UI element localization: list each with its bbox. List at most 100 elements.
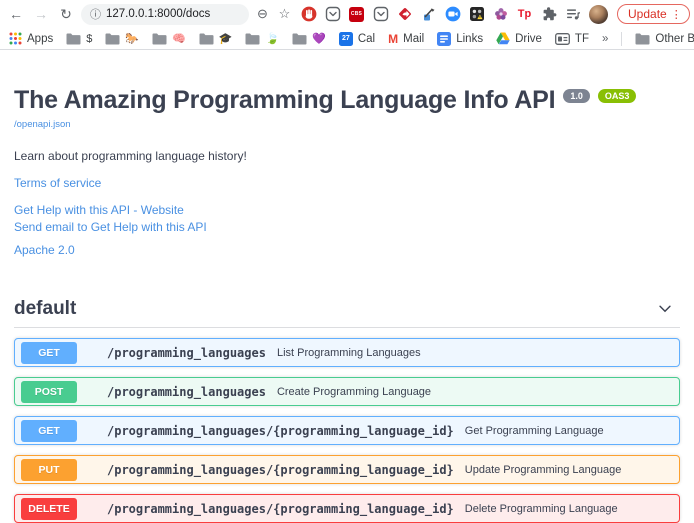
bookmark-folder-4[interactable]: 🎓 bbox=[199, 32, 233, 45]
api-header: The Amazing Programming Language Info AP… bbox=[14, 87, 680, 114]
bookmark-links[interactable]: Links bbox=[437, 32, 483, 46]
other-bookmarks-label: Other Bookmarks bbox=[655, 33, 694, 45]
bookmarks-divider bbox=[621, 32, 622, 46]
api-description: Learn about programming language history… bbox=[14, 149, 680, 163]
bookmark-apps[interactable]: Apps bbox=[9, 32, 53, 45]
bookmark-folder-1[interactable]: $ bbox=[66, 33, 92, 45]
cbs-icon[interactable]: CBS bbox=[348, 6, 365, 23]
apps-grid-icon bbox=[9, 32, 22, 45]
reload-icon[interactable]: ↻ bbox=[56, 4, 76, 24]
bookmark-folder-5[interactable]: 🍃 bbox=[245, 32, 279, 45]
pocket-icon[interactable] bbox=[324, 6, 341, 23]
puzzle-extensions-icon[interactable] bbox=[540, 6, 557, 23]
tag-name: default bbox=[14, 298, 76, 320]
update-button[interactable]: Update ⋮ bbox=[617, 4, 690, 24]
endpoint-row[interactable]: GET/programming_languagesList Programmin… bbox=[14, 338, 680, 367]
playlist-icon[interactable] bbox=[564, 6, 581, 23]
oas3-badge: OAS3 bbox=[598, 89, 637, 103]
folder-2-label: 🐎 bbox=[125, 32, 139, 45]
endpoint-row[interactable]: DELETE/programming_languages/{programmin… bbox=[14, 494, 680, 523]
folder-icon bbox=[292, 33, 307, 45]
version-badge: 1.0 bbox=[563, 89, 590, 103]
folder-icon bbox=[199, 33, 214, 45]
endpoint-row[interactable]: PUT/programming_languages/{programming_l… bbox=[14, 455, 680, 484]
bookmark-calendar[interactable]: 27 Cal bbox=[339, 32, 375, 46]
tp-label: Tp bbox=[518, 8, 531, 20]
endpoint-path: /programming_languages/{programming_lang… bbox=[107, 463, 454, 477]
terms-of-service-link[interactable]: Terms of service bbox=[14, 176, 101, 190]
other-bookmarks[interactable]: Other Bookmarks bbox=[635, 33, 694, 45]
help-email-link[interactable]: Send email to Get Help with this API bbox=[14, 220, 207, 234]
folder-icon bbox=[635, 33, 650, 45]
method-badge: POST bbox=[21, 381, 77, 403]
folder-icon bbox=[66, 33, 81, 45]
method-badge: GET bbox=[21, 342, 77, 364]
drive-icon bbox=[496, 32, 510, 45]
links-label: Links bbox=[456, 33, 483, 45]
calendar-label: Cal bbox=[358, 33, 375, 45]
zoom-meet-icon[interactable] bbox=[444, 6, 461, 23]
endpoint-row[interactable]: POST/programming_languages Create Program… bbox=[14, 377, 680, 406]
folder-1-label: $ bbox=[86, 33, 92, 45]
update-label: Update bbox=[628, 7, 667, 21]
page-title: The Amazing Programming Language Info AP… bbox=[14, 87, 555, 114]
bookmark-folder-3[interactable]: 🧠 bbox=[152, 32, 186, 45]
profile-avatar[interactable] bbox=[589, 5, 608, 24]
eyedropper-icon[interactable] bbox=[420, 6, 437, 23]
tp-icon[interactable]: Tp bbox=[516, 6, 533, 23]
bookmark-mail[interactable]: M Mail bbox=[388, 32, 424, 46]
method-badge: DELETE bbox=[21, 498, 77, 520]
tag-header[interactable]: default bbox=[14, 298, 680, 328]
bookmark-folder-6[interactable]: 💜 bbox=[292, 32, 326, 45]
address-bar[interactable]: ⓘ 127.0.0.1:8000/docs bbox=[81, 4, 249, 25]
gmail-icon: M bbox=[388, 32, 398, 46]
endpoint-summary: Delete Programming Language bbox=[465, 503, 618, 515]
endpoint-path: /programming_languages/{programming_lang… bbox=[107, 424, 454, 438]
pocket-icon-2[interactable] bbox=[372, 6, 389, 23]
endpoints-list: GET/programming_languagesList Programmin… bbox=[14, 338, 680, 523]
folder-6-label: 💜 bbox=[312, 32, 326, 45]
drive-label: Drive bbox=[515, 33, 542, 45]
browser-menu-icon[interactable]: ⋮ bbox=[671, 8, 682, 21]
bookmarks-overflow-chevron[interactable]: » bbox=[602, 33, 608, 45]
folder-3-label: 🧠 bbox=[172, 32, 186, 45]
openapi-spec-link[interactable]: /openapi.json bbox=[14, 119, 71, 130]
endpoint-summary: Update Programming Language bbox=[465, 464, 622, 476]
apps-label: Apps bbox=[27, 33, 53, 45]
mail-label: Mail bbox=[403, 33, 424, 45]
tag-section-default: default GET/programming_languagesList Pr… bbox=[14, 298, 680, 523]
bookmark-tf[interactable]: TF bbox=[555, 33, 589, 45]
adblock-icon[interactable] bbox=[300, 6, 317, 23]
bookmark-drive[interactable]: Drive bbox=[496, 32, 542, 45]
endpoint-summary: Get Programming Language bbox=[465, 425, 604, 437]
url-text[interactable]: 127.0.0.1:8000/docs bbox=[106, 8, 210, 20]
extension-grid-warning-icon[interactable] bbox=[468, 6, 485, 23]
cbs-label: CBS bbox=[349, 7, 364, 22]
license-link[interactable]: Apache 2.0 bbox=[14, 243, 75, 257]
bookmark-star-icon[interactable]: ☆ bbox=[276, 6, 293, 22]
folder-icon bbox=[245, 33, 260, 45]
share-diamond-icon[interactable] bbox=[396, 6, 413, 23]
zoom-out-icon[interactable]: ⊖ bbox=[254, 6, 271, 22]
bookmark-folder-2[interactable]: 🐎 bbox=[105, 32, 139, 45]
endpoint-path: /programming_languages bbox=[107, 346, 266, 360]
extensions-cluster: CBS Tp bbox=[300, 6, 581, 23]
bookmarks-bar: Apps $ 🐎 🧠 🎓 🍃 💜 27 Cal M Mail Links Dri… bbox=[0, 28, 694, 50]
chevron-down-icon[interactable] bbox=[656, 300, 674, 318]
endpoint-path: /programming_languages/{programming_lang… bbox=[107, 502, 454, 516]
forward-icon[interactable]: → bbox=[31, 4, 51, 24]
endpoint-summary: Create Programming Language bbox=[277, 386, 431, 398]
links-icon bbox=[437, 32, 451, 46]
endpoint-path: /programming_languages bbox=[107, 385, 266, 399]
browser-toolbar: ← → ↻ ⓘ 127.0.0.1:8000/docs ⊖ ☆ CBS bbox=[0, 0, 694, 28]
endpoint-row[interactable]: GET/programming_languages/{programming_l… bbox=[14, 416, 680, 445]
calendar-icon: 27 bbox=[339, 32, 353, 46]
help-website-link[interactable]: Get Help with this API - Website bbox=[14, 203, 184, 217]
folder-icon bbox=[105, 33, 120, 45]
tf-label: TF bbox=[575, 33, 589, 45]
axe-flower-icon[interactable] bbox=[492, 6, 509, 23]
folder-5-label: 🍃 bbox=[265, 32, 279, 45]
back-icon[interactable]: ← bbox=[6, 4, 26, 24]
site-info-icon[interactable]: ⓘ bbox=[90, 6, 101, 22]
folder-icon bbox=[152, 33, 167, 45]
